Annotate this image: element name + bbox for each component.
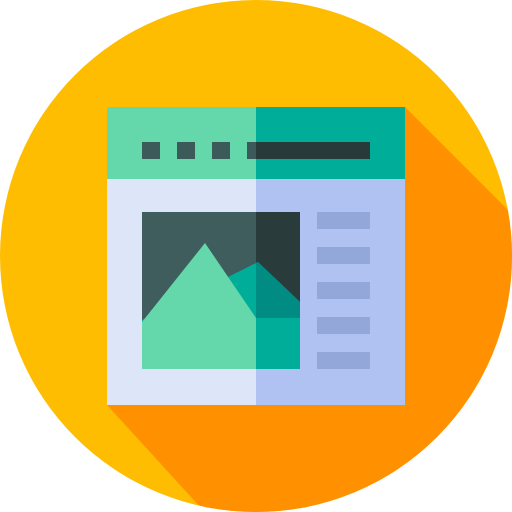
text-line-1 (317, 212, 370, 229)
icon-canvas (0, 0, 512, 512)
web-page-image-layout-icon (0, 0, 512, 512)
browser-window (107, 107, 405, 405)
header-dot-3 (212, 142, 230, 159)
header-dot-2 (177, 142, 195, 159)
text-line-3 (317, 282, 370, 299)
address-bar (256, 142, 370, 159)
text-line-4 (317, 317, 370, 334)
text-line-2 (317, 247, 370, 264)
header-dot-1 (142, 142, 160, 159)
text-line-5 (317, 352, 370, 369)
address-bar-left (247, 142, 256, 159)
